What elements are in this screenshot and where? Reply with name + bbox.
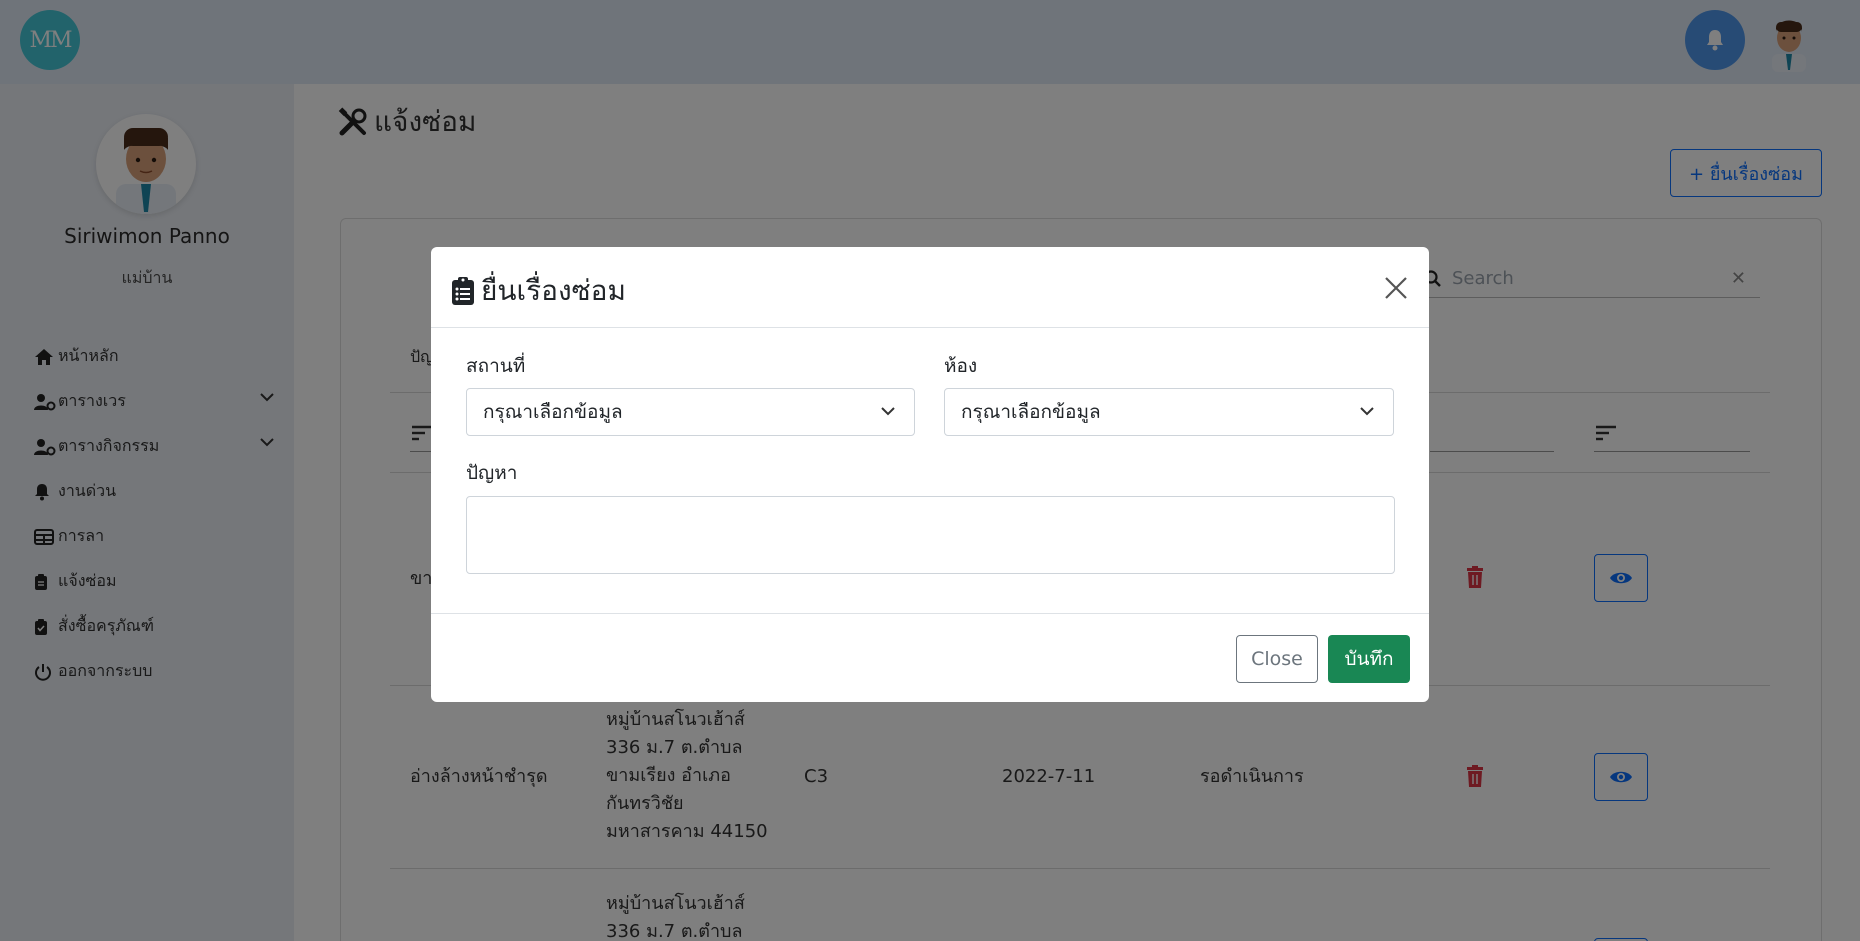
modal-header: ยื่นเรื่องซ่อม [431,247,1429,328]
modal-close-button[interactable] [1383,275,1409,301]
room-label: ห้อง [944,355,978,377]
chevron-down-icon [881,407,895,416]
room-select[interactable]: กรุณาเลือกข้อมูล [944,388,1394,436]
save-button-label: บันทึก [1344,648,1394,670]
problem-textarea[interactable] [466,496,1395,574]
chevron-down-icon [1360,407,1374,416]
modal-title: ยื่นเรื่องซ่อม [451,269,626,313]
location-label: สถานที่ [466,355,526,377]
location-select[interactable]: กรุณาเลือกข้อมูล [466,388,915,436]
repair-request-modal: ยื่นเรื่องซ่อม สถานที่ กรุณาเลือกข้อมูล … [431,247,1429,702]
location-select-value: กรุณาเลือกข้อมูล [483,401,623,423]
modal-title-text: ยื่นเรื่องซ่อม [481,274,626,307]
save-button[interactable]: บันทึก [1328,635,1410,683]
close-icon [1385,277,1407,299]
close-button-label: Close [1251,648,1303,670]
problem-label: ปัญหา [466,462,518,484]
room-select-value: กรุณาเลือกข้อมูล [961,401,1101,423]
close-button[interactable]: Close [1236,635,1318,683]
clipboard-list-icon [452,277,474,305]
